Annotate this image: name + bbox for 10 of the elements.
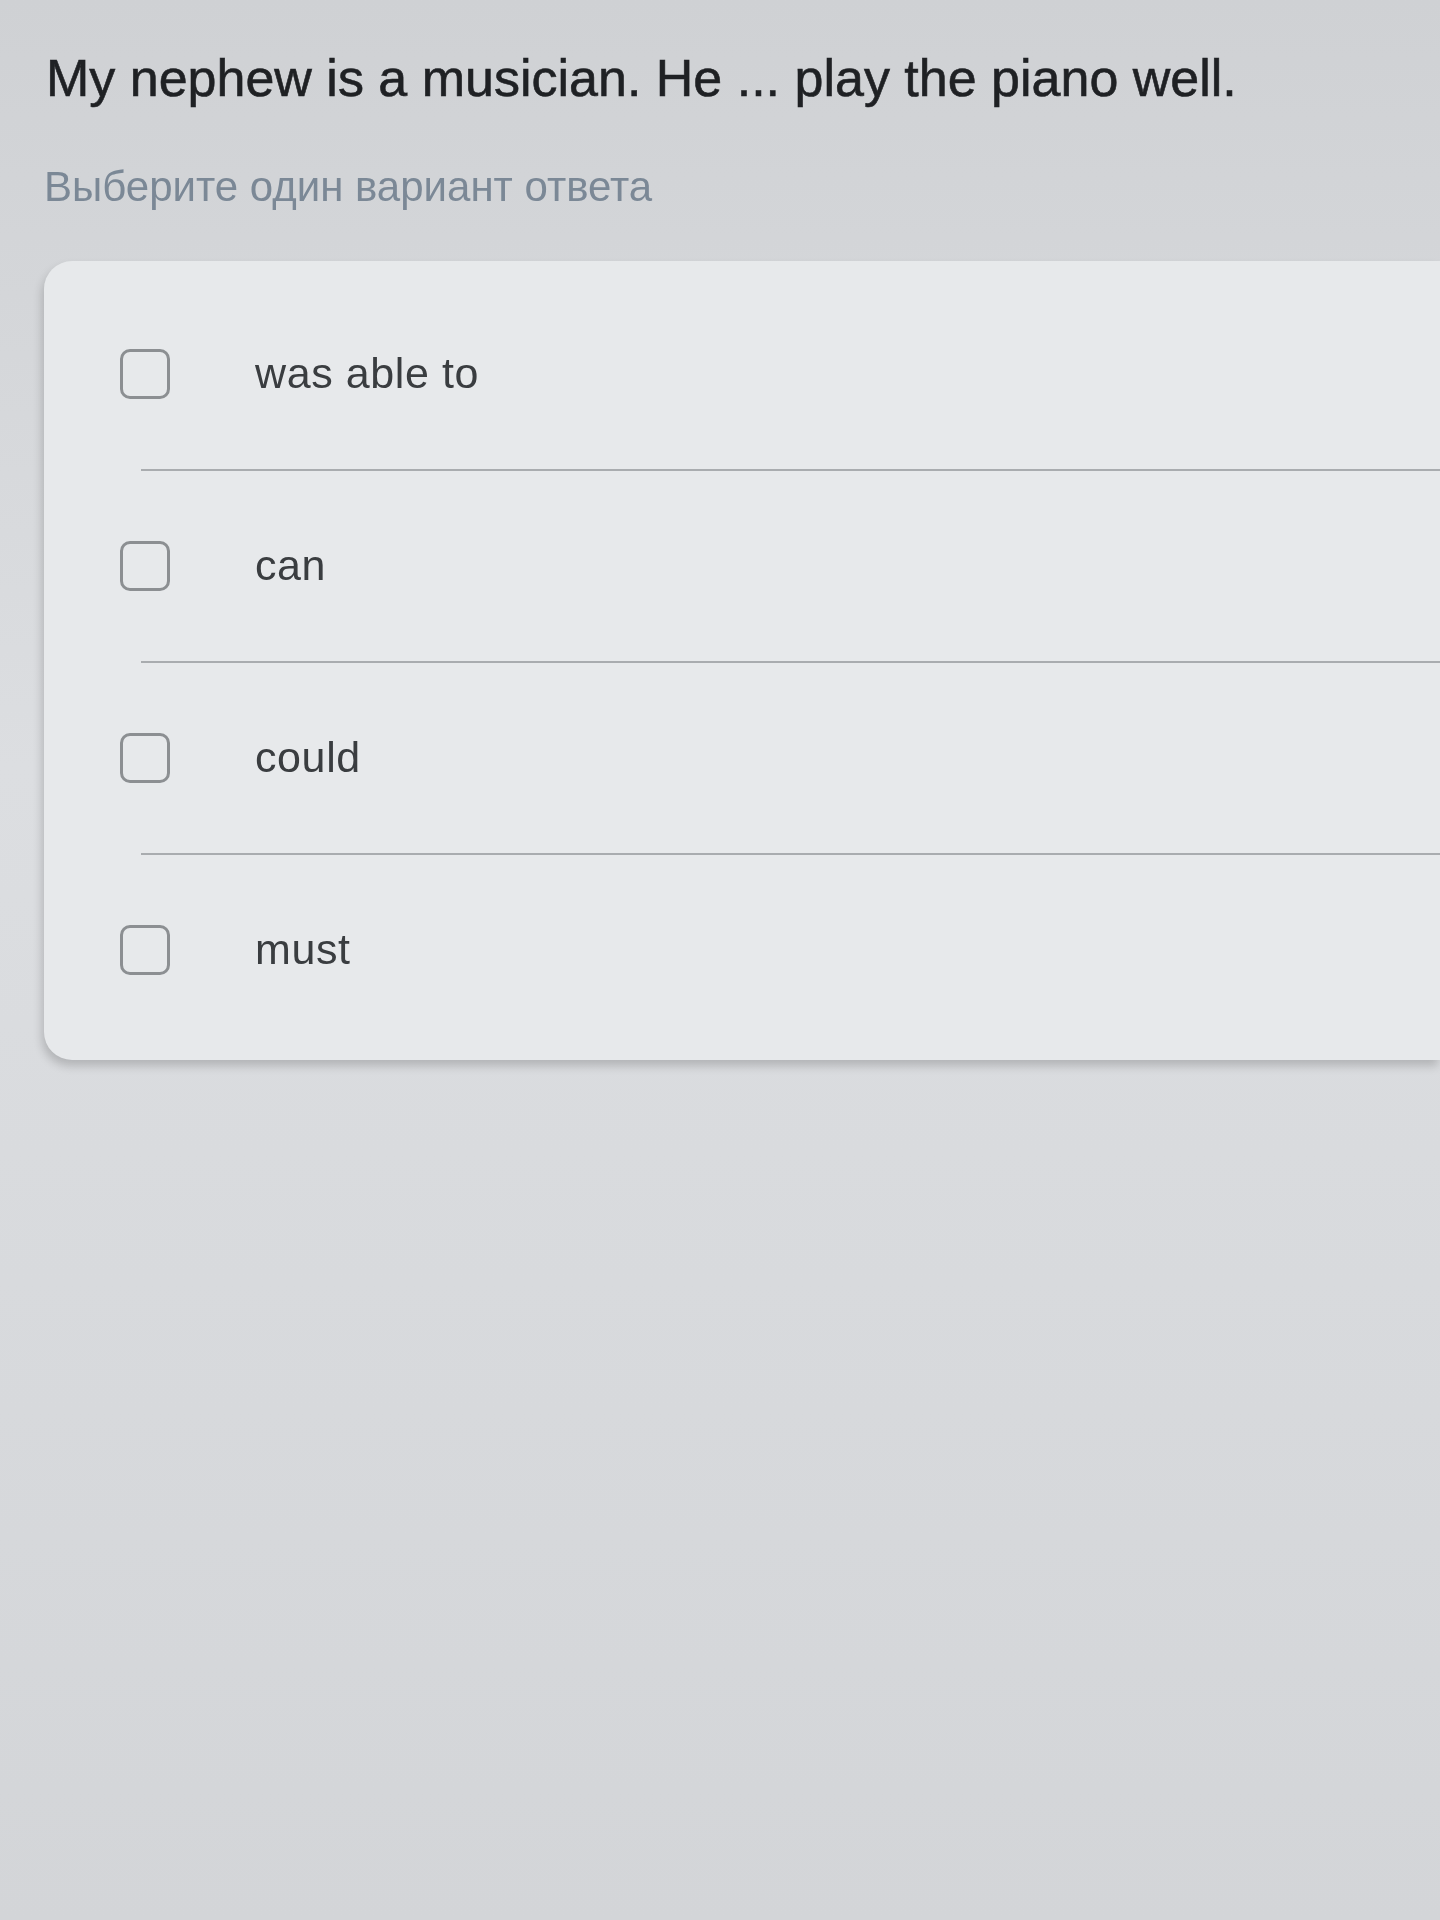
option-text: must	[255, 924, 351, 975]
question-text: My nephew is a musician. He ... play the piano well.	[46, 48, 1237, 109]
option-text: was able to	[255, 348, 480, 399]
checkbox[interactable]	[120, 348, 170, 399]
checkbox[interactable]	[120, 732, 170, 783]
option-text: could	[255, 732, 361, 783]
checkbox[interactable]	[120, 540, 170, 591]
instruction-text: Выберите один вариант ответа	[44, 162, 653, 213]
option-text: can	[255, 540, 327, 591]
checkbox[interactable]	[120, 924, 170, 975]
